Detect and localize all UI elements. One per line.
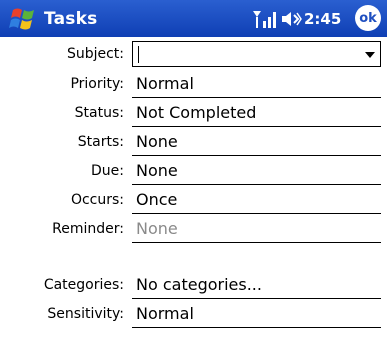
title-bar: Tasks 2:45 ok (0, 0, 387, 37)
occurs-row: Occurs: Once (0, 185, 387, 215)
occurs-label: Occurs: (70, 192, 124, 208)
occurs-field[interactable]: Once (132, 185, 381, 214)
due-field[interactable]: None (132, 156, 381, 185)
windows-start-icon[interactable] (7, 6, 39, 32)
reminder-field[interactable]: None (132, 214, 381, 243)
reminder-row: Reminder: None (0, 214, 387, 244)
categories-value: No categories... (136, 275, 262, 294)
status-row: Status: Not Completed (0, 98, 387, 128)
due-label: Due: (91, 163, 124, 179)
subject-label: Subject: (66, 46, 124, 62)
occurs-value: Once (136, 190, 178, 209)
starts-row: Starts: None (0, 127, 387, 157)
reminder-label: Reminder: (52, 221, 124, 237)
due-value: None (136, 161, 178, 180)
reminder-value: None (136, 219, 178, 238)
dropdown-arrow-icon[interactable] (365, 52, 375, 58)
starts-field[interactable]: None (132, 127, 381, 156)
priority-label: Priority: (70, 76, 124, 92)
priority-row: Priority: Normal (0, 69, 387, 99)
status-value: Not Completed (136, 103, 257, 122)
sensitivity-value: Normal (136, 304, 194, 323)
priority-value: Normal (136, 74, 194, 93)
ok-label: ok (359, 10, 377, 26)
sensitivity-field[interactable]: Normal (132, 299, 381, 328)
subject-row: Subject: (0, 41, 387, 71)
subject-input[interactable] (132, 41, 381, 67)
ok-button[interactable]: ok (355, 5, 381, 31)
clock[interactable]: 2:45 (304, 10, 341, 28)
due-row: Due: None (0, 156, 387, 186)
starts-value: None (136, 132, 178, 151)
priority-field[interactable]: Normal (132, 69, 381, 98)
starts-label: Starts: (77, 134, 124, 150)
speaker-volume-icon[interactable] (280, 10, 302, 28)
status-field[interactable]: Not Completed (132, 98, 381, 127)
status-label: Status: (74, 105, 124, 121)
sensitivity-row: Sensitivity: Normal (0, 299, 387, 329)
categories-field[interactable]: No categories... (132, 270, 381, 299)
categories-label: Categories: (43, 277, 124, 293)
app-title: Tasks (44, 9, 98, 29)
text-caret (138, 46, 139, 63)
categories-row: Categories: No categories... (0, 270, 387, 300)
signal-strength-icon[interactable] (252, 9, 278, 29)
sensitivity-label: Sensitivity: (47, 306, 124, 322)
